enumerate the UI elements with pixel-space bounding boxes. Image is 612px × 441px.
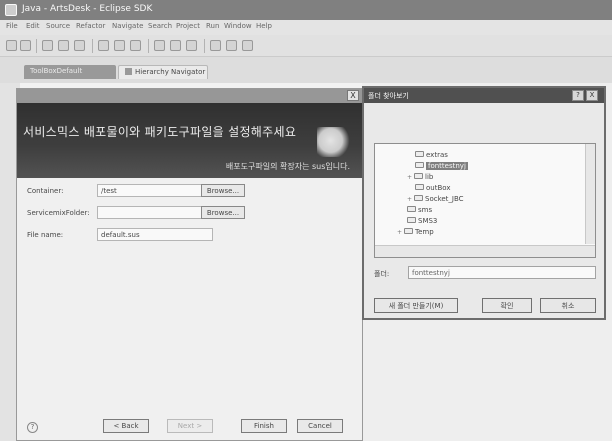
ide-title-bar: Java - ArtsDesk - Eclipse SDK: [0, 0, 612, 20]
menu-run[interactable]: Run: [206, 22, 219, 30]
search-icon[interactable]: [74, 40, 85, 51]
window-title: Java - ArtsDesk - Eclipse SDK: [22, 4, 153, 14]
tab-hierarchy-navigator-label: Hierarchy Navigator: [135, 68, 206, 76]
menu-window[interactable]: Window: [224, 22, 252, 30]
tree-item-socket-jbc[interactable]: + Socket_JBC: [407, 194, 464, 205]
run-icon[interactable]: [58, 40, 69, 51]
tree-item-sms[interactable]: sms: [407, 205, 432, 216]
wizard-banner-graphic: [317, 127, 351, 157]
ok-button[interactable]: 확인: [482, 298, 532, 313]
tree-item-label: SMS3: [418, 217, 438, 225]
tree-item-label: sms: [418, 206, 433, 214]
wizard-title-bar: X: [17, 89, 362, 103]
tree-item-label: Temp: [415, 228, 434, 236]
navigator-icon: [125, 68, 132, 75]
folder-label: 폴더:: [374, 270, 390, 278]
tree-item-label: lib: [425, 173, 434, 181]
cancel-button[interactable]: Cancel: [297, 419, 343, 433]
menu-help[interactable]: Help: [256, 22, 272, 30]
tree-item-temp[interactable]: + Temp: [397, 227, 434, 238]
eclipse-app-icon: [5, 4, 17, 16]
back-button[interactable]: < Back: [103, 419, 149, 433]
menu-file[interactable]: File: [6, 22, 18, 30]
folder-icon: [414, 173, 423, 179]
container-browse-button[interactable]: Browse...: [201, 184, 245, 197]
menu-bar: File Edit Source Refactor Navigate Searc…: [0, 20, 612, 35]
new-class-icon[interactable]: [114, 40, 125, 51]
new-sus-wizard-dialog: X 서비스믹스 배포물이와 패키도구파일을 설정해주세요 배포도구파일의 확장자…: [16, 88, 363, 441]
folder-icon: [407, 217, 416, 223]
banner-description: 배포도구파일의 확장자는 sus입니다.: [225, 162, 350, 171]
folder-icon: [415, 162, 424, 168]
debug-icon[interactable]: [42, 40, 53, 51]
forward-nav-icon[interactable]: [242, 40, 253, 51]
link-icon[interactable]: [170, 40, 181, 51]
new-folder-button[interactable]: 새 폴더 만들기(M): [374, 298, 458, 313]
folder-icon: [415, 151, 424, 157]
edit-icon[interactable]: [154, 40, 165, 51]
expand-icon[interactable]: +: [407, 172, 414, 183]
menu-navigate[interactable]: Navigate: [112, 22, 143, 30]
menu-project[interactable]: Project: [176, 22, 200, 30]
browse-dialog-title: 폴더 찾아보기: [368, 92, 409, 100]
tree-item-extras[interactable]: extras: [415, 150, 448, 161]
wizard-body: Container: Browse... ServicemixFolder: B…: [17, 178, 362, 440]
wizard-banner: 서비스믹스 배포물이와 패키도구파일을 설정해주세요 배포도구파일의 확장자는 …: [17, 103, 362, 178]
package-icon[interactable]: [130, 40, 141, 51]
pin-icon[interactable]: [210, 40, 221, 51]
tree-vertical-scrollbar[interactable]: [585, 144, 595, 244]
browse-dialog-title-bar: 폴더 찾아보기 ? X: [364, 88, 604, 103]
menu-edit[interactable]: Edit: [26, 22, 40, 30]
toolbar-separator: [148, 39, 149, 53]
toolbar-separator: [204, 39, 205, 53]
folder-icon: [404, 228, 413, 234]
menu-search[interactable]: Search: [148, 22, 172, 30]
folder-name-input[interactable]: [408, 266, 596, 279]
new-icon[interactable]: [6, 40, 17, 51]
finish-button[interactable]: Finish: [241, 419, 287, 433]
folder-icon: [414, 195, 423, 201]
ide-toolbar: [0, 35, 612, 57]
servicemix-browse-button[interactable]: Browse...: [201, 206, 245, 219]
expand-icon[interactable]: +: [407, 194, 414, 205]
open-type-icon[interactable]: [98, 40, 109, 51]
next-button[interactable]: Next >: [167, 419, 213, 433]
menu-source[interactable]: Source: [46, 22, 70, 30]
banner-heading: 서비스믹스 배포물이와 패키도구파일을 설정해주세요: [23, 125, 297, 139]
container-label: Container:: [27, 187, 64, 195]
browse-cancel-button[interactable]: 취소: [540, 298, 596, 313]
tree-item-lib[interactable]: + lib: [407, 172, 433, 183]
browse-close-button[interactable]: X: [586, 90, 598, 101]
expand-icon[interactable]: +: [397, 227, 404, 238]
save-icon[interactable]: [20, 40, 31, 51]
wizard-close-button[interactable]: X: [347, 90, 359, 101]
file-name-input[interactable]: [97, 228, 213, 241]
container-input[interactable]: [97, 184, 213, 197]
tree-item-sms3[interactable]: SMS3: [407, 216, 437, 227]
tree-item-label: extras: [426, 151, 448, 159]
tree-item-outbox[interactable]: outBox: [415, 183, 450, 194]
folder-icon: [415, 184, 424, 190]
toolbar-separator: [92, 39, 93, 53]
folder-tree[interactable]: extras fonttestnyj + lib outBox + Socket_J…: [374, 143, 596, 258]
servicemix-folder-input[interactable]: [97, 206, 213, 219]
browse-folder-dialog: 폴더 찾아보기 ? X extras fonttestnyj + lib outB…: [362, 86, 606, 320]
file-name-label: File name:: [27, 231, 64, 239]
servicemix-folder-label: ServicemixFolder:: [27, 209, 90, 217]
tab-toolboxdefault[interactable]: ToolBoxDefault: [24, 65, 116, 79]
tab-hierarchy-navigator[interactable]: Hierarchy Navigator: [118, 65, 208, 79]
browse-help-button[interactable]: ?: [572, 90, 584, 101]
toolbar-separator: [36, 39, 37, 53]
tree-item-label: fonttestnyj: [426, 162, 468, 170]
tree-item-label: outBox: [426, 184, 451, 192]
tree-item-label: Socket_JBC: [425, 195, 464, 203]
tree-item-fonttestnyj[interactable]: fonttestnyj: [415, 161, 468, 172]
menu-refactor[interactable]: Refactor: [76, 22, 105, 30]
back-nav-icon[interactable]: [226, 40, 237, 51]
folder-icon: [407, 206, 416, 212]
help-icon[interactable]: ?: [27, 422, 38, 433]
editor-tab-strip: ToolBoxDefault Hierarchy Navigator: [0, 57, 612, 83]
tree-horizontal-scrollbar[interactable]: [375, 245, 595, 257]
mark-icon[interactable]: [186, 40, 197, 51]
